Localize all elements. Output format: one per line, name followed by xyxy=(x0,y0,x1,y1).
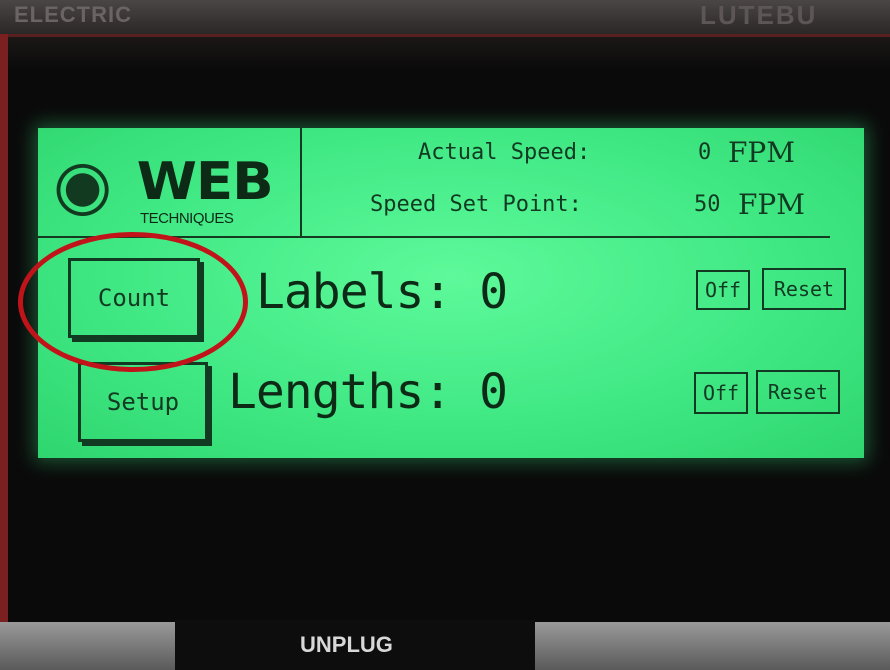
lengths-reset-button[interactable]: Reset xyxy=(756,370,840,414)
logo-techniques-text: TECHNIQUES xyxy=(140,210,234,227)
unplug-label-text: UNPLUG xyxy=(300,632,393,657)
lengths-counter: Lengths: 0 xyxy=(228,364,508,420)
lengths-off-button[interactable]: Off xyxy=(694,372,748,414)
labels-reset-button[interactable]: Reset xyxy=(762,268,846,310)
speed-set-point-value: 50 xyxy=(694,192,721,217)
labels-off-button[interactable]: Off xyxy=(696,270,750,310)
actual-speed-unit: FPM xyxy=(728,136,795,169)
labels-counter: Labels: 0 xyxy=(256,264,508,320)
actual-speed-label: Actual Speed: xyxy=(418,140,591,165)
speed-set-point-unit: FPM xyxy=(738,188,805,221)
brand-label-left: ELECTRIC xyxy=(14,2,132,27)
speed-set-point-label: Speed Set Point: xyxy=(370,192,582,217)
brand-label-right: LUTEBU xyxy=(700,0,818,30)
lcd-header: WEB TECHNIQUES Actual Speed: 0 FPM Speed… xyxy=(38,128,830,238)
setup-button[interactable]: Setup xyxy=(78,362,208,442)
red-highlight-circle xyxy=(18,232,248,372)
logo-web-text: WEB xyxy=(136,152,274,212)
device-top-strip: ELECTRIC LUTEBU xyxy=(0,0,890,37)
bezel-side-accent xyxy=(0,34,8,624)
web-techniques-logo-icon xyxy=(52,150,120,230)
header-divider xyxy=(300,128,302,236)
actual-speed-value: 0 xyxy=(698,140,712,165)
